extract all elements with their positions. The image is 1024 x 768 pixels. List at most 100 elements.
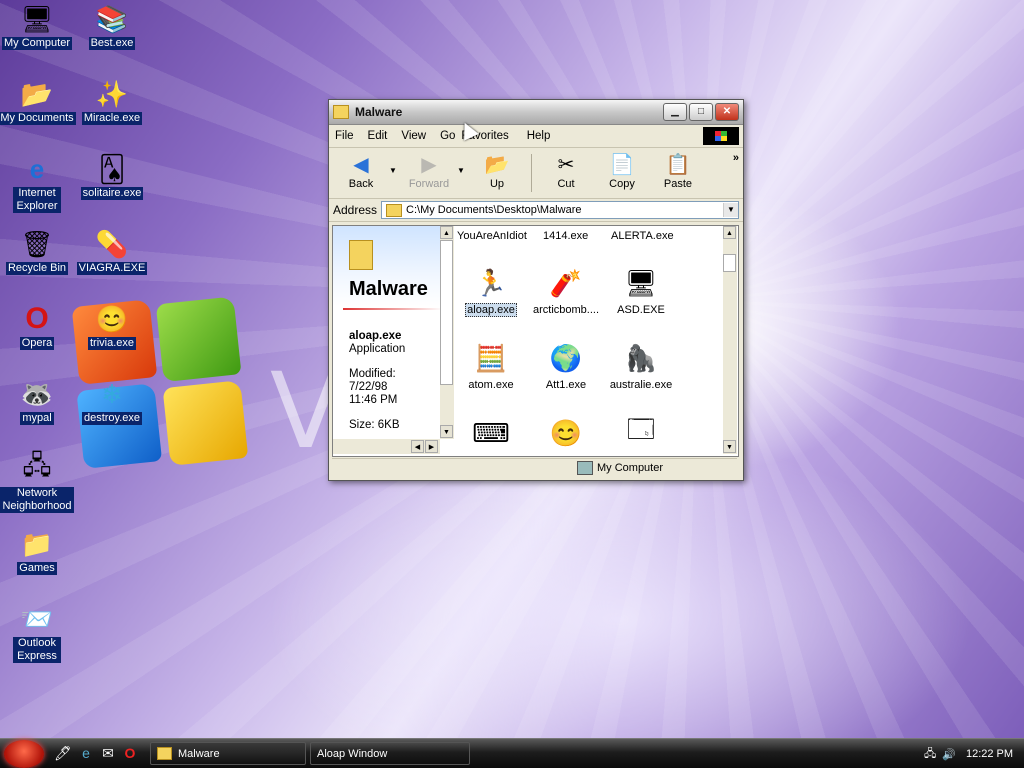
web-view-title: Malware	[349, 278, 428, 300]
title-underline	[343, 308, 440, 310]
scroll-up-arrow-icon[interactable]: ▲	[723, 226, 736, 239]
task-aloap-window[interactable]: Aloap Window	[310, 742, 470, 765]
desktop-icon-recycle-bin[interactable]: 🗑 Recycle Bin	[0, 228, 77, 275]
file-item-asd[interactable]: 🖥 ASD.EXE	[605, 266, 677, 317]
menu-go[interactable]: Go	[440, 130, 455, 142]
desktop-icon-mypal[interactable]: 🦝 mypal	[0, 378, 77, 425]
folder-icon: 📂	[20, 78, 54, 109]
desktop-icon-solitaire-exe[interactable]: 🂡 solitaire.exe	[72, 153, 152, 200]
desktop-icon-outlook-express[interactable]: 📨 Outlook Express	[0, 603, 77, 663]
menu-bar: File Edit View Go Favorites Help	[329, 125, 743, 148]
file-list-vertical-scrollbar[interactable]: ▲ ▼	[723, 226, 737, 454]
folder-icon	[349, 240, 373, 270]
up-button[interactable]: 📂 Up	[469, 152, 525, 191]
desktop-icon-viagra-exe[interactable]: 💊 VIAGRA.EXE	[72, 228, 152, 275]
close-button[interactable]: ✕	[715, 103, 739, 121]
clock[interactable]: 12:22 PM	[966, 748, 1013, 760]
scroll-down-arrow-icon[interactable]: ▼	[440, 425, 453, 438]
task-malware[interactable]: Malware	[150, 742, 306, 765]
outlook-icon: 📨	[20, 603, 54, 634]
file-item-australie[interactable]: 🦍 australie.exe	[605, 341, 677, 392]
file-item-youareanidiot[interactable]: YouAreAnIdiot	[457, 230, 527, 242]
ie-icon[interactable]: e	[78, 745, 94, 761]
forward-button[interactable]: ▶ Forward	[401, 152, 457, 191]
web-view-pane: Malware aloap.exe Application Modified: …	[333, 226, 440, 456]
file-list: YouAreAnIdiot 1414.exe ALERTA.exe 🏃 aloa…	[455, 226, 723, 456]
file-item-atom[interactable]: 🧮 atom.exe	[455, 341, 527, 392]
volume-tray-icon[interactable]: 🔊	[942, 748, 956, 761]
back-dropdown-button[interactable]: ▼	[389, 152, 401, 175]
menu-edit[interactable]: Edit	[368, 130, 388, 142]
info-file-name: aloap.exe	[349, 330, 402, 342]
scroll-thumb[interactable]	[723, 254, 736, 272]
scroll-left-arrow-icon[interactable]: ◀	[411, 440, 424, 453]
forward-dropdown-button[interactable]: ▼	[457, 152, 469, 175]
folder-icon	[157, 747, 172, 760]
cut-button[interactable]: ✂ Cut	[538, 152, 594, 191]
copy-button[interactable]: 📄 Copy	[594, 152, 650, 191]
file-item-alerta[interactable]: ALERTA.exe	[611, 230, 674, 242]
file-item-keyboard[interactable]: ⌨	[455, 416, 527, 454]
status-bar: My Computer	[332, 458, 737, 477]
window-titlebar[interactable]: Malware ▁ □ ✕	[329, 100, 743, 125]
minimize-button[interactable]: ▁	[663, 103, 687, 121]
desktop-icon-trivia-exe[interactable]: 😊 trivia.exe	[72, 303, 152, 350]
paste-button[interactable]: 📋 Paste	[650, 152, 706, 191]
left-pane-horizontal-scrollbar[interactable]: ◀ ▶	[333, 439, 440, 454]
file-item-att1[interactable]: 🌍 Att1.exe	[530, 341, 602, 392]
desktop-icon-my-documents[interactable]: 📂 My Documents	[0, 78, 77, 125]
opera-icon: O	[25, 302, 49, 335]
file-info: aloap.exe Application Modified: 7/22/98 …	[349, 330, 405, 432]
desktop-icon-my-computer[interactable]: 🖥 My Computer	[0, 3, 77, 50]
folder-icon	[386, 203, 403, 217]
file-item-1414[interactable]: 1414.exe	[543, 230, 588, 242]
file-item-arcticbomb[interactable]: 🧨 arcticbomb....	[530, 266, 602, 317]
desktop-icon-best-exe[interactable]: 📚 Best.exe	[72, 3, 152, 50]
desktop-icon-network-neighborhood[interactable]: 🖧 Network Neighborhood	[0, 450, 77, 513]
scissors-icon: ✂	[557, 153, 575, 176]
address-dropdown-button[interactable]: ▼	[723, 203, 738, 217]
start-button[interactable]	[4, 740, 44, 768]
address-field[interactable]: C:\My Documents\Desktop\Malware ▼	[381, 201, 739, 219]
ie-icon: e	[29, 153, 45, 184]
desktop-icon-miracle-exe[interactable]: ✨ Miracle.exe	[72, 78, 152, 125]
menu-view[interactable]: View	[401, 130, 426, 142]
network-tray-icon[interactable]: 🖧	[924, 745, 936, 764]
back-button[interactable]: ◀ Back	[333, 152, 389, 191]
opera-icon[interactable]: O	[122, 745, 138, 761]
taskbar: 🖊 e ✉ O Malware Aloap Window 🖧 🔊 12:22 P…	[0, 738, 1024, 768]
toolbar: ◀ Back ▼ ▶ Forward ▼ 📂 Up ✂ Cut 📄 Copy 📋…	[329, 148, 743, 199]
back-arrow-icon: ◀	[353, 153, 369, 176]
show-desktop-icon[interactable]: 🖊	[54, 745, 72, 761]
computer-icon: 🖥	[20, 3, 54, 34]
pill-icon: 💊	[95, 228, 129, 259]
folder-content: Malware aloap.exe Application Modified: …	[332, 225, 739, 457]
scroll-thumb[interactable]	[440, 240, 453, 385]
desktop-icon-destroy-exe[interactable]: ❄ destroy.exe	[72, 378, 152, 425]
folder-icon: 📁	[20, 528, 54, 559]
scroll-up-arrow-icon[interactable]: ▲	[440, 226, 453, 239]
desktop-icon-internet-explorer[interactable]: e Internet Explorer	[0, 153, 77, 213]
wand-icon: ✨	[95, 78, 129, 109]
running-man-icon: 🏃	[474, 267, 508, 298]
menu-help[interactable]: Help	[527, 130, 551, 142]
toolbar-separator	[531, 154, 532, 192]
address-value: C:\My Documents\Desktop\Malware	[406, 204, 582, 216]
scroll-down-arrow-icon[interactable]: ▼	[723, 440, 736, 453]
info-modified-date: 7/22/98	[349, 381, 388, 393]
file-item-installer[interactable]: 🗔	[605, 414, 677, 454]
outlook-icon[interactable]: ✉	[100, 745, 116, 761]
gorilla-icon: 🦍	[624, 342, 658, 373]
installer-icon: 🗔	[626, 414, 656, 444]
network-icon: 🖧	[22, 450, 52, 480]
file-item-aloap[interactable]: 🏃 aloap.exe	[455, 266, 527, 317]
desktop-icon-opera[interactable]: O Opera	[0, 302, 77, 350]
toolbar-more-button[interactable]: »	[733, 152, 739, 164]
desktop-icon-games[interactable]: 📁 Games	[0, 528, 77, 575]
menu-file[interactable]: File	[335, 130, 354, 142]
file-item-smiley[interactable]: 😊	[530, 416, 602, 454]
scroll-right-arrow-icon[interactable]: ▶	[425, 440, 438, 453]
left-pane-vertical-scrollbar[interactable]: ▲ ▼	[440, 226, 454, 439]
up-folder-icon: 📂	[484, 153, 510, 176]
maximize-button[interactable]: □	[689, 103, 713, 121]
